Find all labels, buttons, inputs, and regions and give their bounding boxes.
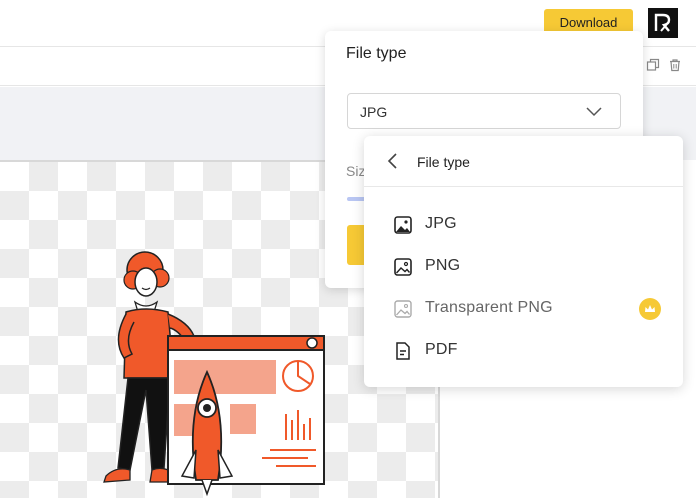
option-label: PDF — [425, 341, 458, 358]
duplicate-icon[interactable] — [646, 58, 660, 72]
chevron-down-icon — [586, 107, 602, 117]
image-icon — [394, 258, 412, 276]
character-illustration[interactable] — [90, 250, 340, 498]
file-type-option-jpg[interactable]: JPG — [364, 205, 683, 245]
document-icon — [396, 342, 410, 360]
chevron-left-icon[interactable] — [386, 152, 398, 170]
dropdown-header: File type — [364, 136, 683, 187]
dropdown-title: File type — [417, 154, 470, 170]
file-type-option-transparent-png[interactable]: Transparent PNG — [364, 289, 683, 329]
option-label: PNG — [425, 257, 461, 274]
file-type-select[interactable]: JPG — [347, 93, 621, 129]
option-label: Transparent PNG — [425, 299, 553, 316]
file-type-option-pdf[interactable]: PDF — [364, 331, 683, 371]
file-type-selected-value: JPG — [360, 104, 388, 120]
image-light-icon — [394, 300, 412, 318]
crown-icon — [639, 298, 661, 320]
option-label: JPG — [425, 215, 457, 232]
file-type-title: File type — [346, 45, 407, 62]
trash-icon[interactable] — [668, 58, 682, 72]
image-filled-icon — [394, 216, 412, 234]
app-logo-icon[interactable] — [648, 8, 678, 38]
file-type-option-png[interactable]: PNG — [364, 247, 683, 287]
file-type-dropdown: File type JPG PNG Transparent PNG PDF — [364, 136, 683, 387]
size-label: Siz — [346, 163, 366, 179]
